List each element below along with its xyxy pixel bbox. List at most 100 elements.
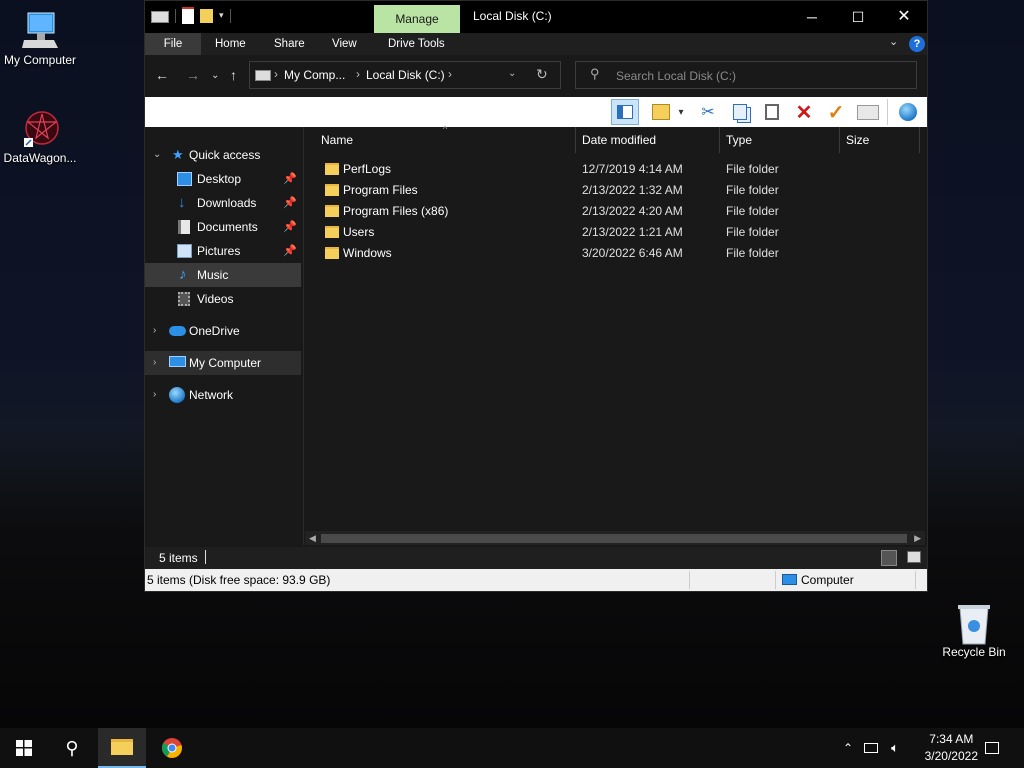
breadcrumb-my-computer[interactable]: My Comp... [284,68,345,82]
nav-item-music[interactable]: ♪ Music [145,263,301,287]
column-header-date[interactable]: Date modified [582,127,656,153]
nav-item-label: Music [197,268,229,282]
nav-item-pictures[interactable]: Pictures 📌 [145,239,301,263]
paste-icon[interactable] [761,101,783,123]
file-name: Windows [343,246,392,260]
scrollbar-thumb[interactable] [321,534,907,543]
music-note-icon: ♪ [179,266,187,283]
nav-item-label: My Computer [189,356,262,370]
forward-button[interactable]: → [186,67,200,83]
breadcrumb-local-disk[interactable]: Local Disk (C:) [366,68,445,82]
tab-file[interactable]: File [145,33,201,55]
file-row[interactable]: Users 2/13/2022 1:21 AM File folder [305,222,925,243]
taskbar: ⚲ ⌃ 🔈︎ 7:34 AM 3/20/2022 [0,728,1024,768]
column-header-type[interactable]: Type [726,127,752,153]
pane-splitter[interactable] [303,127,304,545]
properties-icon[interactable] [182,7,194,24]
tab-share[interactable]: Share [260,33,319,55]
file-date: 3/20/2022 6:46 AM [582,246,683,260]
taskbar-chrome[interactable] [148,728,196,768]
nav-quick-access[interactable]: ⌄ ★ Quick access [145,143,301,167]
nav-item-documents[interactable]: Documents 📌 [145,215,301,239]
large-icons-view-icon[interactable] [907,551,921,563]
system-clock[interactable]: 7:34 AM 3/20/2022 [925,731,978,765]
delete-icon[interactable]: ✕ [793,101,815,124]
nav-item-videos[interactable]: Videos [145,287,301,311]
column-separator[interactable] [839,127,840,153]
close-button[interactable]: ✕ [881,1,927,33]
file-row[interactable]: Windows 3/20/2022 6:46 AM File folder [305,243,925,264]
nav-item-desktop[interactable]: Desktop 📌 [145,167,301,191]
file-name: Program Files [343,183,418,197]
start-button[interactable] [0,728,48,768]
properties-icon[interactable] [857,101,879,123]
expand-ribbon-icon[interactable]: ⌄ [889,35,898,48]
chevron-right-icon[interactable]: › [153,383,156,407]
file-row[interactable]: Program Files (x86) 2/13/2022 4:20 AM Fi… [305,201,925,222]
file-row[interactable]: Program Files 2/13/2022 1:32 AM File fol… [305,180,925,201]
maximize-button[interactable]: ☐ [835,1,881,33]
file-type: File folder [726,162,779,176]
globe-icon[interactable] [897,101,919,123]
file-list: ^ Name Date modified Type Size PerfLogs … [305,124,925,533]
address-bar[interactable]: › My Comp... › Local Disk (C:) › ⌄ ↻ [249,61,561,89]
tab-home[interactable]: Home [201,33,260,55]
recent-locations-button[interactable]: ⌄ [211,70,219,81]
tab-view[interactable]: View [318,33,371,55]
scroll-left-icon[interactable]: ◀ [309,531,316,545]
new-folder-icon[interactable] [200,8,213,23]
search-input[interactable]: ⚲ Search Local Disk (C:) [575,61,917,89]
nav-onedrive[interactable]: › OneDrive [145,319,301,343]
column-separator[interactable] [919,127,920,153]
desktop-icon-datawagon[interactable]: DataWagon... [0,108,80,165]
column-separator[interactable] [719,127,720,153]
file-row[interactable]: PerfLogs 12/7/2019 4:14 AM File folder [305,159,925,180]
refresh-icon[interactable]: ↻ [536,66,548,83]
address-dropdown-icon[interactable]: ⌄ [508,68,516,79]
desktop-icon-recycle-bin[interactable]: Recycle Bin [934,602,1014,659]
search-icon: ⚲ [590,66,600,81]
column-header-name[interactable]: Name [321,127,353,153]
pin-icon: 📌 [283,221,297,233]
tab-drive-tools[interactable]: Drive Tools [374,33,459,55]
folder-icon [325,247,339,259]
cut-icon[interactable]: ✂ [697,101,719,123]
details-pane-icon[interactable] [650,101,672,123]
scroll-right-icon[interactable]: ▶ [914,531,921,545]
column-header-size[interactable]: Size [846,127,869,153]
help-icon[interactable]: ? [909,36,925,52]
up-button[interactable]: ↑ [230,67,237,83]
desktop-icon-my-computer[interactable]: My Computer [0,10,80,67]
nav-network[interactable]: › Network [145,383,301,407]
item-count: 5 items [159,551,198,565]
chevron-right-icon[interactable]: › [153,319,156,343]
title-bar[interactable]: ▾ Manage Local Disk (C:) ─ ☐ ✕ [145,1,927,33]
nav-my-computer[interactable]: › My Computer [145,351,301,375]
nav-item-downloads[interactable]: ↓ Downloads 📌 [145,191,301,215]
drive-icon[interactable] [151,11,169,23]
customize-qat-icon[interactable]: ▾ [219,10,224,21]
chevron-right-icon[interactable]: › [153,351,156,375]
layout-dropdown-icon[interactable]: ▾ [675,101,687,123]
rename-check-icon[interactable]: ✓ [825,101,847,124]
preview-pane-icon[interactable] [611,99,639,125]
volume-icon[interactable]: 🔈︎ [884,728,906,768]
show-hidden-icons-icon[interactable]: ⌃ [838,728,858,768]
taskbar-file-explorer[interactable] [98,728,146,768]
column-separator[interactable] [575,127,576,153]
details-view-icon[interactable] [881,550,897,566]
horizontal-scrollbar[interactable]: ◀ ▶ [305,531,925,545]
folder-icon [111,739,133,755]
copy-icon[interactable] [729,101,751,123]
back-button[interactable]: ← [155,67,169,83]
cloud-icon [169,326,186,336]
minimize-button[interactable]: ─ [789,1,835,33]
action-center-button[interactable] [978,728,1006,768]
computer-icon [20,10,60,50]
notification-icon [985,742,999,754]
search-button[interactable]: ⚲ [48,728,96,768]
network-status-icon[interactable] [860,728,882,768]
tab-manage[interactable]: Manage [374,5,460,33]
chevron-down-icon[interactable]: ⌄ [153,143,161,167]
desktop-icon-label: DataWagon... [3,151,77,165]
